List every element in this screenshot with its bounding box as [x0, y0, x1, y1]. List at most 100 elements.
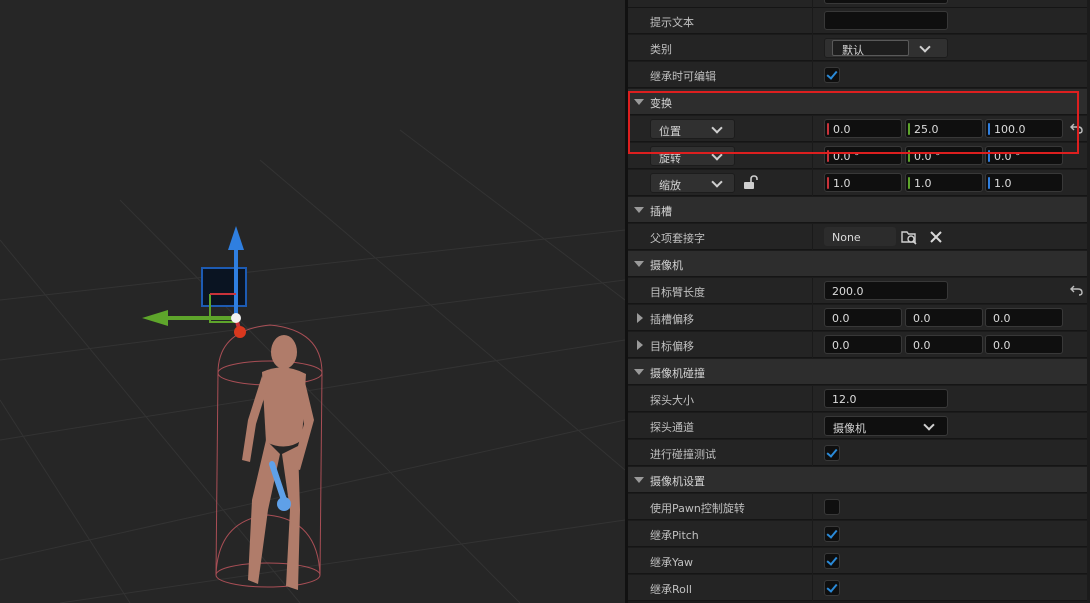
collapse-arrow-icon — [634, 99, 644, 105]
details-row-do-collision-test: 进行碰撞测试 — [628, 440, 1090, 466]
level-viewport[interactable] — [0, 0, 625, 603]
chevron-down-icon — [711, 149, 723, 161]
details-row-probe-size: 探头大小 12.0 — [628, 386, 1090, 412]
category-combo[interactable]: 默认 — [824, 38, 948, 58]
translate-gizmo-y-arrow-head — [142, 310, 168, 326]
collapse-arrow-icon — [634, 369, 644, 375]
unlock-icon[interactable] — [742, 174, 758, 190]
use-pawn-control-rotation-checkbox[interactable] — [824, 499, 840, 515]
target-arm-length-label: 目标臂长度 — [650, 286, 705, 299]
translate-gizmo-x-arrow-head — [234, 326, 246, 338]
section-camera-collision-title: 摄像机碰撞 — [650, 367, 705, 380]
probe-channel-value: 摄像机 — [833, 422, 866, 435]
rotation-z-input[interactable]: 0.0 ° — [985, 146, 1063, 165]
details-row-inherit-roll: 继承Roll — [628, 575, 1090, 601]
camera-component-icon[interactable] — [201, 267, 247, 307]
rotation-x-value: 0.0 ° — [833, 150, 860, 163]
collapse-arrow-icon — [634, 477, 644, 483]
reset-to-default-icon[interactable] — [1070, 284, 1083, 296]
location-y-input[interactable]: 25.0 — [905, 119, 983, 138]
clear-icon[interactable] — [928, 229, 944, 245]
scale-x-input[interactable]: 1.0 — [824, 173, 902, 192]
probe-channel-combo[interactable]: 摄像机 — [824, 416, 948, 436]
z-axis-marker — [988, 150, 990, 162]
tooltip-text-input[interactable] — [824, 11, 948, 30]
category-combo-value: 默认 — [832, 40, 909, 57]
parent-socket-label: 父项套接字 — [650, 232, 705, 245]
rotation-x-input[interactable]: 0.0 ° — [824, 146, 902, 165]
inherit-roll-checkbox[interactable] — [824, 580, 840, 596]
location-z-value: 100.0 — [994, 123, 1026, 136]
details-row-socket-offset: 插槽偏移 0.0 0.0 0.0 — [628, 305, 1090, 331]
x-axis-marker — [827, 177, 829, 189]
socket-offset-z-input[interactable]: 0.0 — [985, 308, 1063, 327]
viewport-scene — [0, 129, 625, 603]
inherit-yaw-checkbox[interactable] — [824, 553, 840, 569]
section-transform[interactable]: 变换 — [628, 89, 1090, 115]
section-camera[interactable]: 摄像机 — [628, 251, 1090, 277]
location-mode-label: 位置 — [659, 125, 681, 138]
editable-when-inherited-checkbox[interactable] — [824, 67, 840, 83]
z-axis-marker — [988, 177, 990, 189]
rotation-z-value: 0.0 ° — [994, 150, 1021, 163]
tooltip-text-label: 提示文本 — [650, 16, 694, 29]
target-offset-label: 目标偏移 — [650, 340, 694, 353]
details-row-editable-when-inherited: 继承时可编辑 — [628, 62, 1090, 88]
details-row-target-arm-length: 目标臂长度 200.0 — [628, 278, 1090, 304]
inherit-roll-label: 继承Roll — [650, 583, 692, 596]
details-row-category: 类别 默认 — [628, 35, 1090, 61]
details-row-use-pawn-control-rotation: 使用Pawn控制旋转 — [628, 494, 1090, 520]
target-arm-length-input[interactable]: 200.0 — [824, 281, 948, 300]
details-row-target-offset: 目标偏移 0.0 0.0 0.0 — [628, 332, 1090, 358]
scale-z-value: 1.0 — [994, 177, 1012, 190]
z-axis-marker — [988, 123, 990, 135]
location-mode-combo[interactable]: 位置 — [650, 119, 735, 139]
inherit-pitch-checkbox[interactable] — [824, 526, 840, 542]
translate-gizmo-center — [231, 313, 241, 323]
target-offset-x-input[interactable]: 0.0 — [824, 335, 902, 354]
probe-size-input[interactable]: 12.0 — [824, 389, 948, 408]
details-row-inherit-pitch: 继承Pitch — [628, 521, 1090, 547]
scale-y-input[interactable]: 1.0 — [905, 173, 983, 192]
expand-arrow-icon[interactable] — [637, 313, 643, 323]
rotation-mode-combo[interactable]: 旋转 — [650, 146, 735, 166]
rotation-y-input[interactable]: 0.0 ° — [905, 146, 983, 165]
inherit-pitch-label: 继承Pitch — [650, 529, 699, 542]
details-row-location: 位置 0.0 25.0 100.0 — [628, 116, 1090, 142]
y-axis-marker — [908, 177, 910, 189]
section-camera-settings[interactable]: 摄像机设置 — [628, 467, 1090, 493]
location-x-value: 0.0 — [833, 123, 851, 136]
y-axis-marker — [908, 123, 910, 135]
x-axis-marker — [827, 150, 829, 162]
collapse-arrow-icon — [634, 261, 644, 267]
browse-socket-icon[interactable] — [901, 229, 917, 245]
location-z-input[interactable]: 100.0 — [985, 119, 1063, 138]
chevron-down-icon — [919, 41, 931, 53]
scale-mode-label: 缩放 — [659, 179, 681, 192]
translate-gizmo-z-arrow-head — [228, 226, 244, 250]
partial-field[interactable] — [824, 0, 948, 4]
socket-offset-y-input[interactable]: 0.0 — [905, 308, 983, 327]
do-collision-test-checkbox[interactable] — [824, 445, 840, 461]
section-transform-title: 变换 — [650, 97, 672, 110]
socket-offset-x-input[interactable]: 0.0 — [824, 308, 902, 327]
target-offset-z-input[interactable]: 0.0 — [985, 335, 1063, 354]
section-camera-title: 摄像机 — [650, 259, 683, 272]
details-row-rotation: 旋转 0.0 ° 0.0 ° 0.0 ° — [628, 143, 1090, 169]
scale-z-input[interactable]: 1.0 — [985, 173, 1063, 192]
location-x-input[interactable]: 0.0 — [824, 119, 902, 138]
chevron-down-icon — [923, 419, 935, 431]
expand-arrow-icon[interactable] — [637, 340, 643, 350]
editable-when-inherited-label: 继承时可编辑 — [650, 70, 716, 83]
reset-to-default-icon[interactable] — [1070, 122, 1083, 134]
section-sockets[interactable]: 插槽 — [628, 197, 1090, 223]
details-row-inherit-yaw: 继承Yaw — [628, 548, 1090, 574]
scale-mode-combo[interactable]: 缩放 — [650, 173, 735, 193]
chevron-down-icon — [711, 176, 723, 188]
parent-socket-value[interactable]: None — [824, 227, 896, 246]
details-panel: 提示文本 类别 默认 继承时可编辑 变换 位置 0.0 25.0 100.0 旋… — [628, 0, 1090, 603]
target-offset-y-input[interactable]: 0.0 — [905, 335, 983, 354]
scale-x-value: 1.0 — [833, 177, 851, 190]
chevron-down-icon — [711, 122, 723, 134]
section-camera-collision[interactable]: 摄像机碰撞 — [628, 359, 1090, 385]
